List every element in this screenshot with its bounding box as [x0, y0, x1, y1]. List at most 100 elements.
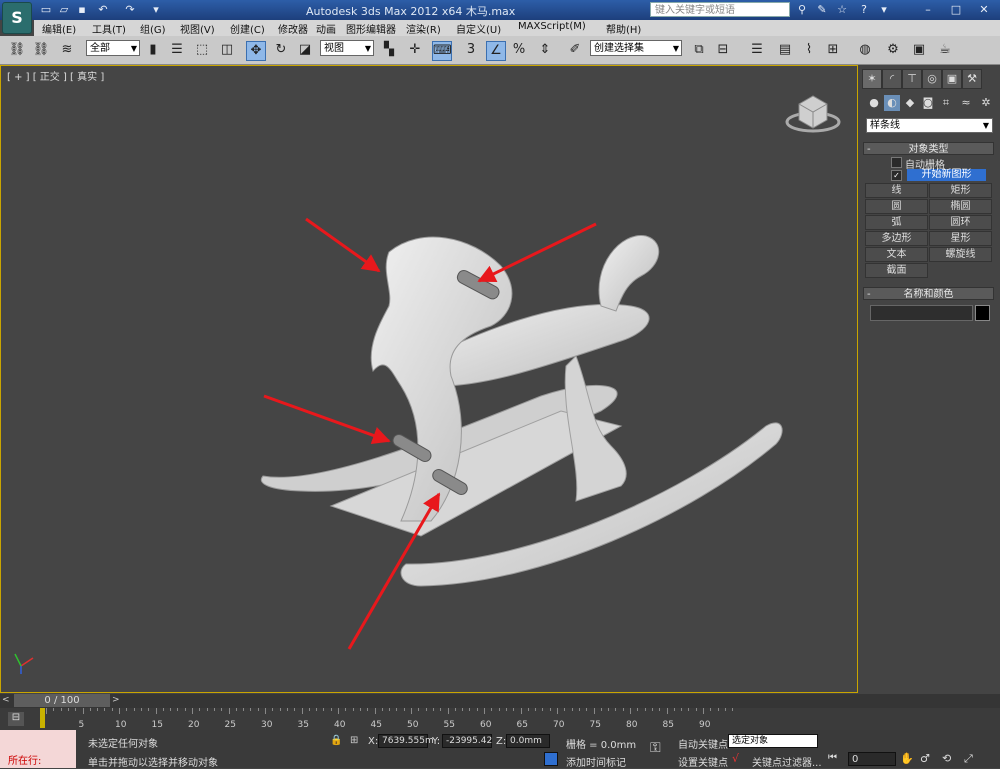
text-button[interactable]: 文本	[865, 247, 928, 262]
mini-curve-editor-icon[interactable]: ⊟	[8, 712, 24, 726]
selected-set-dropdown[interactable]: 选定对象	[728, 734, 818, 748]
key-filters-button[interactable]: 关键点过滤器...	[752, 754, 822, 769]
section-button[interactable]: 截面	[865, 263, 928, 278]
reference-coordinate-dropdown[interactable]: 视图 ▼	[320, 40, 374, 56]
close-icon[interactable]: ✕	[972, 3, 996, 17]
help-dropdown-icon[interactable]: ▾	[876, 3, 892, 17]
align-icon[interactable]: ⊟	[714, 41, 732, 59]
space-warps-icon[interactable]: ≈	[958, 95, 974, 111]
walk-through-icon[interactable]: ♂	[920, 752, 930, 765]
select-by-name-icon[interactable]: ☰	[168, 41, 186, 59]
motion-tab-icon[interactable]: ◎	[922, 69, 942, 89]
lock-selection-icon[interactable]: 🔒	[330, 735, 342, 746]
next-frame-icon[interactable]: >	[112, 695, 120, 705]
ngon-button[interactable]: 多边形	[865, 231, 928, 246]
search-input[interactable]: 键入关键字或短语	[650, 2, 790, 17]
pan-icon[interactable]: ✋	[900, 752, 914, 765]
lights-icon[interactable]: ◆	[902, 95, 918, 111]
view-cube-icon[interactable]	[785, 95, 841, 133]
z-coordinate-field[interactable]: 0.0mm	[506, 734, 550, 748]
snaps-toggle-icon[interactable]: 3	[462, 41, 480, 59]
start-new-shape-button[interactable]: 开始新图形	[907, 169, 986, 181]
donut-button[interactable]: 圆环	[929, 215, 992, 230]
rendered-frame-icon[interactable]: ▣	[910, 41, 928, 59]
help-icon[interactable]: ?	[856, 3, 872, 17]
redo-icon[interactable]: ↷	[122, 3, 138, 17]
unlink-icon[interactable]: ⛓	[32, 41, 50, 59]
line-button[interactable]: 线	[865, 183, 928, 198]
curve-editor-icon[interactable]: ⌇	[800, 41, 818, 59]
communication-icon[interactable]: ☆	[834, 3, 850, 17]
subscription-icon[interactable]: ✎	[814, 3, 830, 17]
undo-icon[interactable]: ↶	[95, 3, 111, 17]
trackbar[interactable]: ⊟ 5 10 15 20 25 30 35 40 45 50 55 60 65 70 75 80 85 90	[0, 708, 1000, 730]
open-file-icon[interactable]: ▱	[56, 3, 72, 17]
arc-button[interactable]: 弧	[865, 215, 928, 230]
menu-help[interactable]: 帮助(H)	[606, 21, 641, 36]
y-coordinate-field[interactable]: -23995.42	[442, 734, 492, 748]
new-file-icon[interactable]: ▭	[38, 3, 54, 17]
menu-graph-editors[interactable]: 图形编辑器	[346, 21, 396, 36]
menu-create[interactable]: 创建(C)	[230, 21, 265, 36]
name-color-rollout-header[interactable]: - 名称和颜色	[863, 287, 994, 300]
modify-tab-icon[interactable]: ◜	[882, 69, 902, 89]
rocking-horse-model[interactable]	[260, 235, 783, 587]
shape-category-dropdown[interactable]: 样条线 ▼	[866, 118, 993, 133]
save-icon[interactable]: ▪	[74, 3, 90, 17]
current-frame-field[interactable]: 0	[848, 752, 896, 766]
display-tab-icon[interactable]: ▣	[942, 69, 962, 89]
time-slider-thumb[interactable]: 0 / 100	[14, 694, 110, 707]
menu-rendering[interactable]: 渲染(R)	[406, 21, 441, 36]
set-key-button[interactable]: 设置关键点	[678, 754, 728, 769]
select-scale-icon[interactable]: ◪	[296, 41, 314, 59]
prev-frame-icon[interactable]: <	[2, 695, 10, 705]
hierarchy-tab-icon[interactable]: ⊤	[902, 69, 922, 89]
rect-selection-icon[interactable]: ⬚	[193, 41, 211, 59]
angle-snap-icon[interactable]: ∠	[486, 41, 506, 61]
object-type-rollout-header[interactable]: - 对象类型	[863, 142, 994, 155]
start-new-shape-checkbox[interactable]: ✓	[891, 170, 902, 181]
maxscript-listener[interactable]: 所在行:	[0, 730, 76, 768]
utilities-tab-icon[interactable]: ⚒	[962, 69, 982, 89]
binoculars-icon[interactable]: ⚲	[794, 3, 810, 17]
shapes-icon[interactable]: ◐	[884, 95, 900, 111]
render-teapot-icon[interactable]: ☕	[936, 41, 954, 59]
auto-key-button[interactable]: 自动关键点	[678, 736, 728, 751]
orbit-icon[interactable]: ⟲	[942, 752, 951, 765]
edit-named-selection-icon[interactable]: ✐	[566, 41, 584, 59]
time-slider[interactable]: < 0 / 100 >	[0, 694, 1000, 708]
schematic-view-icon[interactable]: ⊞	[824, 41, 842, 59]
menu-maxscript[interactable]: MAXScript(M)	[518, 21, 586, 32]
select-rotate-icon[interactable]: ↻	[272, 41, 290, 59]
menu-tools[interactable]: 工具(T)	[92, 21, 126, 36]
menu-customize[interactable]: 自定义(U)	[456, 21, 501, 36]
circle-button[interactable]: 圆	[865, 199, 928, 214]
select-manipulate-icon[interactable]: ✛	[406, 41, 424, 59]
rectangle-button[interactable]: 矩形	[929, 183, 992, 198]
helix-button[interactable]: 螺旋线	[929, 247, 992, 262]
layer-manager-icon[interactable]: ☰	[748, 41, 766, 59]
object-color-swatch[interactable]	[975, 305, 990, 321]
window-crossing-icon[interactable]: ◫	[218, 41, 236, 59]
add-time-tag-icon[interactable]	[544, 752, 558, 766]
transform-mode-icon[interactable]: ⊞	[350, 735, 358, 746]
cameras-icon[interactable]: ◙	[920, 95, 936, 111]
material-editor-icon[interactable]: ◍	[856, 41, 874, 59]
named-selection-dropdown[interactable]: 创建选择集 ▼	[590, 40, 682, 56]
ellipse-button[interactable]: 椭圆	[929, 199, 992, 214]
menu-edit[interactable]: 编辑(E)	[42, 21, 76, 36]
app-logo-icon[interactable]: S	[2, 2, 32, 34]
spinner-snap-icon[interactable]: ⇕	[536, 41, 554, 59]
helpers-icon[interactable]: ⌗	[938, 95, 954, 111]
menu-modifiers[interactable]: 修改器	[278, 21, 308, 36]
percent-snap-icon[interactable]: %	[510, 41, 528, 59]
x-coordinate-field[interactable]: 7639.555m	[378, 734, 434, 748]
add-time-tag-button[interactable]: 添加时间标记	[566, 754, 626, 769]
maximize-viewport-icon[interactable]: ⤢	[964, 752, 973, 766]
mirror-icon[interactable]: ⧉	[690, 41, 708, 59]
pivot-center-icon[interactable]: ▚	[380, 41, 398, 59]
go-to-start-icon[interactable]: ⏮	[828, 752, 837, 763]
geometry-icon[interactable]: ●	[866, 95, 882, 111]
menu-group[interactable]: 组(G)	[140, 21, 166, 36]
graphite-modeling-icon[interactable]: ▤	[776, 41, 794, 59]
